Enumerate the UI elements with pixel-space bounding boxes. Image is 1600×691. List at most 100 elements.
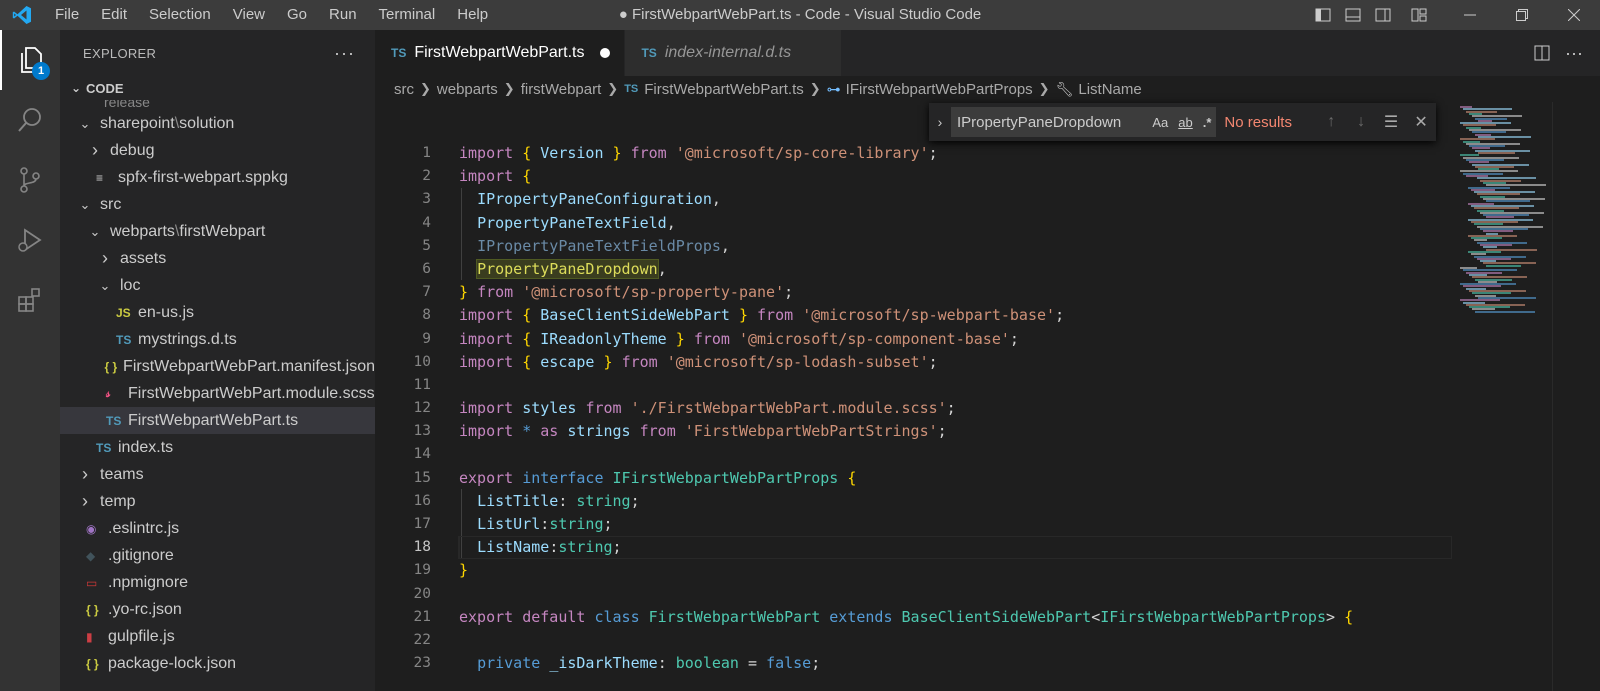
breadcrumb-webparts[interactable]: webparts	[437, 81, 498, 98]
code-token: ;	[784, 283, 794, 302]
tree-folder[interactable]: › temp	[60, 488, 375, 515]
toggle-replace-icon[interactable]: ›	[929, 114, 951, 130]
tree-folder[interactable]: › assets	[60, 245, 375, 272]
code-line[interactable]: PropertyPaneTextField,	[459, 212, 1460, 235]
code-line[interactable]: PropertyPaneDropdown,	[459, 258, 1460, 281]
use-regex-icon[interactable]: .*	[1203, 115, 1212, 130]
tree-folder[interactable]: › teams	[60, 461, 375, 488]
code-token: *	[522, 422, 532, 441]
code-line[interactable]: ListTitle: string;	[459, 490, 1460, 513]
menu-go[interactable]: Go	[276, 0, 318, 30]
menu-run[interactable]: Run	[318, 0, 368, 30]
tree-file[interactable]: { } package-lock.json	[60, 650, 375, 677]
tree-file[interactable]: ≡ spfx-first-webpart.sppkg	[60, 164, 375, 191]
minimize-icon[interactable]	[1444, 0, 1496, 30]
code-line[interactable]: import { BaseClientSideWebPart } from '@…	[459, 304, 1460, 327]
code-line[interactable]: import { IReadonlyTheme } from '@microso…	[459, 328, 1460, 351]
code-line[interactable]	[459, 629, 1460, 652]
find-input[interactable]: IPropertyPaneDropdown Aa ab .*	[950, 107, 1217, 137]
chevron-down-icon: ⌄	[79, 115, 91, 131]
next-match-icon[interactable]: ↓	[1346, 113, 1376, 131]
tree-file[interactable]: 𝓈 FirstWebpartWebPart.module.scss	[60, 380, 375, 407]
code-line[interactable]: import * as strings from 'FirstWebpartWe…	[459, 420, 1460, 443]
breadcrumb-file[interactable]: FirstWebpartWebPart.ts	[644, 81, 804, 98]
code-line[interactable]: } from '@microsoft/sp-property-pane';	[459, 281, 1460, 304]
code-line[interactable]	[459, 374, 1460, 397]
code-line[interactable]: export default class FirstWebpartWebPart…	[459, 606, 1460, 629]
menu-file[interactable]: File	[44, 0, 90, 30]
find-in-selection-icon[interactable]: ☰	[1376, 112, 1406, 132]
code-line[interactable]: import {	[459, 165, 1460, 188]
tree-file[interactable]: { } .yo-rc.json	[60, 596, 375, 623]
tree-file[interactable]: ◆ .gitignore	[60, 542, 375, 569]
code-line[interactable]: import styles from './FirstWebpartWebPar…	[459, 397, 1460, 420]
tree-file[interactable]: { } FirstWebpartWebPart.manifest.json	[60, 353, 375, 380]
close-window-icon[interactable]	[1548, 0, 1600, 30]
code-lines[interactable]: import { Version } from '@microsoft/sp-c…	[458, 142, 1460, 675]
extensions-icon[interactable]	[0, 270, 60, 330]
breadcrumb-member[interactable]: ListName	[1078, 81, 1141, 98]
customize-layout-icon[interactable]	[1406, 0, 1432, 30]
code-line[interactable]: import { escape } from '@microsoft/sp-lo…	[459, 351, 1460, 374]
code-line[interactable]: private _isDarkTheme: boolean = false;	[459, 652, 1460, 675]
tree-folder[interactable]: ⌄ loc	[60, 272, 375, 299]
menu-edit[interactable]: Edit	[90, 0, 138, 30]
menu-help[interactable]: Help	[446, 0, 499, 30]
editor-tab[interactable]: TS index-internal.d.ts	[625, 30, 843, 76]
search-icon[interactable]	[0, 90, 60, 150]
previous-match-icon[interactable]: ↑	[1316, 113, 1346, 131]
tree-file[interactable]: JS en-us.js	[60, 299, 375, 326]
match-whole-word-icon[interactable]: ab	[1178, 115, 1192, 130]
restore-icon[interactable]	[1496, 0, 1548, 30]
toggle-sidebar-icon[interactable]	[1310, 0, 1336, 30]
split-editor-icon[interactable]	[1526, 30, 1558, 76]
code-token: {	[522, 144, 532, 162]
tree-file[interactable]: ▮ gulpfile.js	[60, 623, 375, 650]
code-line[interactable]	[459, 583, 1460, 606]
tree-folder[interactable]: ⌄ webparts \ firstWebpart	[60, 218, 375, 245]
tree-folder[interactable]: › debug	[60, 137, 375, 164]
more-actions-icon[interactable]: ···	[334, 43, 355, 64]
tree-file[interactable]: TS FirstWebpartWebPart.ts	[60, 407, 375, 434]
unsaved-dot-icon[interactable]	[600, 48, 611, 58]
source-control-icon[interactable]	[0, 150, 60, 210]
run-debug-icon[interactable]	[0, 210, 60, 270]
tree-file[interactable]: TS index.ts	[60, 434, 375, 461]
code-line[interactable]: ListUrl:string;	[459, 513, 1460, 536]
code-line[interactable]: import { Version } from '@microsoft/sp-c…	[459, 142, 1460, 165]
tree-file[interactable]: TS mystrings.d.ts	[60, 326, 375, 353]
code-line[interactable]	[459, 443, 1460, 466]
menu-terminal[interactable]: Terminal	[368, 0, 447, 30]
toggle-secondary-sidebar-icon[interactable]	[1370, 0, 1396, 30]
tree-file[interactable]: ◉ .eslintrc.js	[60, 515, 375, 542]
breadcrumb-interface[interactable]: IFirstWebpartWebPartProps	[846, 81, 1033, 98]
breadcrumb-src[interactable]: src	[394, 81, 414, 98]
more-actions-icon[interactable]: ···	[1558, 30, 1590, 76]
vertical-scrollbar[interactable]	[1552, 102, 1566, 691]
chevron-right-icon: ❯	[1038, 81, 1050, 96]
line-number: 21	[413, 608, 431, 625]
close-find-icon[interactable]: ✕	[1406, 112, 1436, 132]
code-line[interactable]: export interface IFirstWebpartWebPartPro…	[459, 467, 1460, 490]
tree-folder[interactable]: ⌄ sharepoint \ solution	[60, 110, 375, 137]
code-editor[interactable]: 1 2 3 4 5 6 7 8 9 10 11 12 13 14 15 16 17 18 19 20 21 22 23 im…	[375, 102, 1460, 691]
menu-view[interactable]: View	[222, 0, 276, 30]
code-line[interactable]: IPropertyPaneConfiguration,	[459, 188, 1460, 211]
menu-selection[interactable]: Selection	[138, 0, 222, 30]
code-line[interactable]: }	[459, 559, 1460, 582]
workspace-section-header[interactable]: ⌄ CODE	[60, 76, 375, 100]
match-case-icon[interactable]: Aa	[1152, 115, 1168, 130]
tree-file[interactable]: ▭ .npmignore	[60, 569, 375, 596]
breadcrumb-firstwebpart[interactable]: firstWebpart	[521, 81, 602, 98]
editor-tab[interactable]: TS FirstWebpartWebPart.ts	[375, 30, 626, 76]
toggle-panel-icon[interactable]	[1340, 0, 1366, 30]
code-line[interactable]: IPropertyPaneTextFieldProps,	[459, 235, 1460, 258]
explorer-icon[interactable]: 1	[0, 30, 60, 90]
code-line[interactable]: ListName:string;	[458, 536, 1460, 560]
tree-item-label: temp	[100, 492, 136, 510]
minimap[interactable]	[1452, 102, 1552, 691]
tree-folder[interactable]: ⌄ src	[60, 191, 375, 218]
